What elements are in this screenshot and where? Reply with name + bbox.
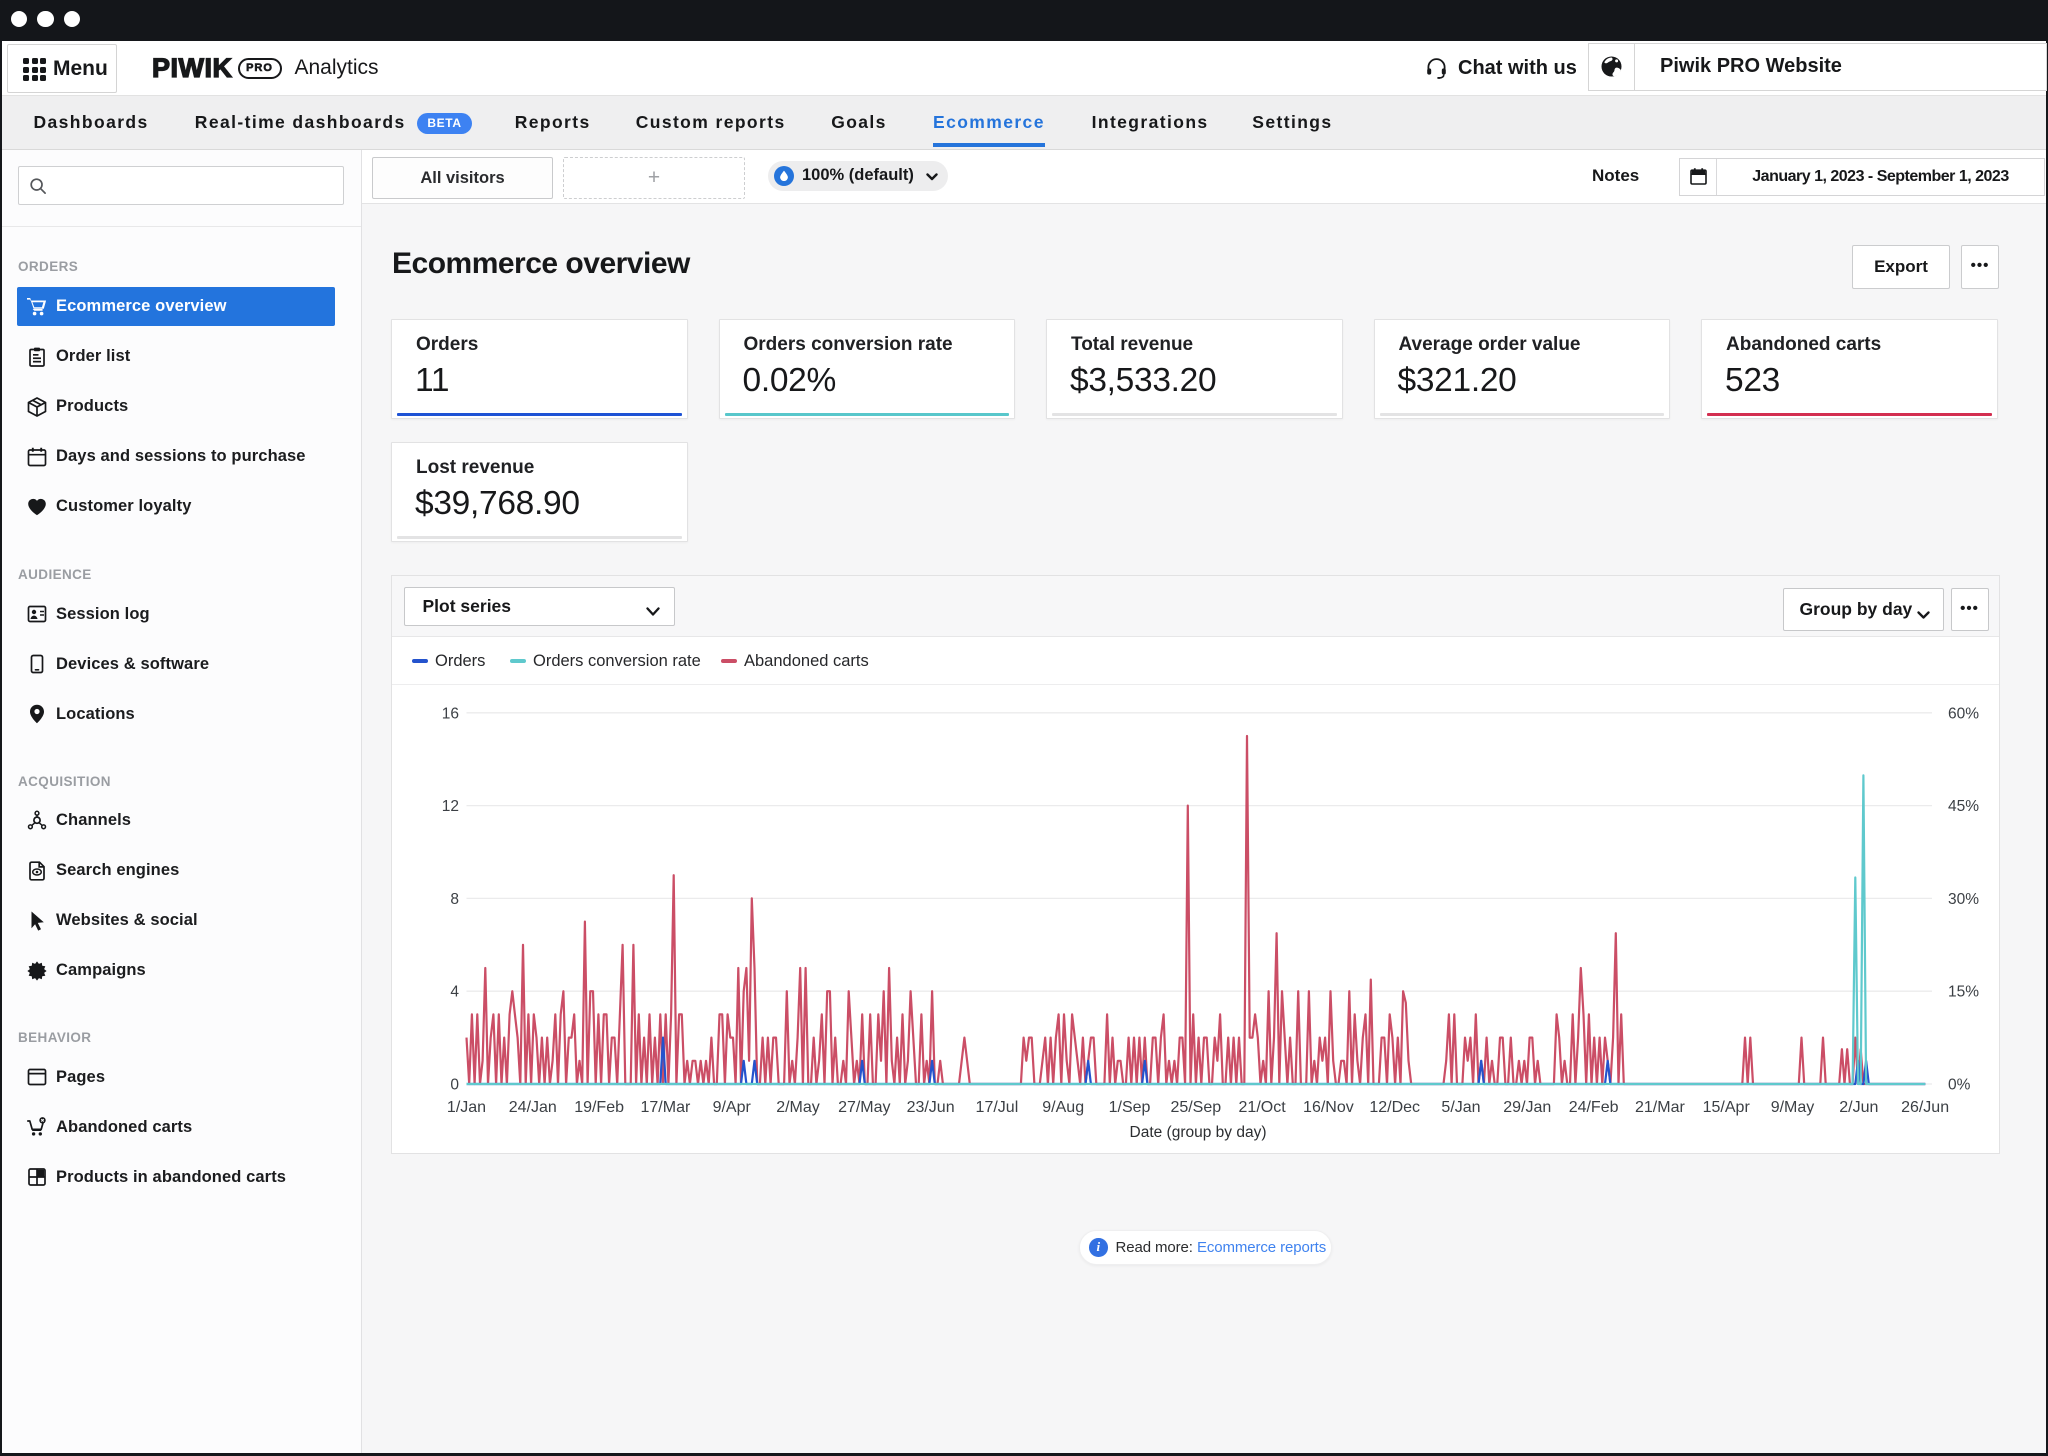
svg-text:2/Jun: 2/Jun: [1839, 1099, 1878, 1116]
svg-text:23/Jun: 23/Jun: [906, 1099, 954, 1116]
svg-text:1/Jan: 1/Jan: [446, 1099, 485, 1116]
svg-text:45%: 45%: [1948, 798, 1979, 815]
svg-text:0%: 0%: [1948, 1076, 1971, 1093]
svg-text:27/May: 27/May: [838, 1099, 890, 1116]
svg-text:16: 16: [441, 705, 458, 722]
svg-text:15%: 15%: [1948, 983, 1979, 1000]
svg-text:29/Jan: 29/Jan: [1503, 1099, 1551, 1116]
svg-text:5/Jan: 5/Jan: [1441, 1099, 1480, 1116]
svg-text:21/Mar: 21/Mar: [1635, 1099, 1685, 1116]
svg-text:8: 8: [450, 890, 459, 907]
svg-text:9/May: 9/May: [1770, 1099, 1814, 1116]
svg-text:9/Aug: 9/Aug: [1042, 1099, 1084, 1116]
svg-text:9/Apr: 9/Apr: [712, 1099, 751, 1116]
svg-text:16/Nov: 16/Nov: [1303, 1099, 1354, 1116]
svg-text:15/Apr: 15/Apr: [1702, 1099, 1750, 1116]
svg-text:24/Jan: 24/Jan: [508, 1099, 556, 1116]
svg-text:25/Sep: 25/Sep: [1170, 1099, 1221, 1116]
svg-text:26/Jun: 26/Jun: [1901, 1099, 1949, 1116]
svg-text:1/Sep: 1/Sep: [1108, 1099, 1150, 1116]
svg-text:60%: 60%: [1948, 705, 1979, 722]
svg-text:19/Feb: 19/Feb: [574, 1099, 624, 1116]
svg-text:0: 0: [450, 1076, 459, 1093]
svg-text:4: 4: [450, 983, 459, 1000]
svg-text:2/May: 2/May: [776, 1099, 820, 1116]
svg-text:12: 12: [441, 798, 458, 815]
svg-text:30%: 30%: [1948, 890, 1979, 907]
svg-text:24/Feb: 24/Feb: [1568, 1099, 1618, 1116]
svg-text:Date (group by day): Date (group by day): [1129, 1124, 1266, 1141]
svg-text:17/Jul: 17/Jul: [975, 1099, 1018, 1116]
svg-text:17/Mar: 17/Mar: [640, 1099, 690, 1116]
svg-text:12/Dec: 12/Dec: [1369, 1099, 1420, 1116]
svg-text:21/Oct: 21/Oct: [1238, 1099, 1286, 1116]
